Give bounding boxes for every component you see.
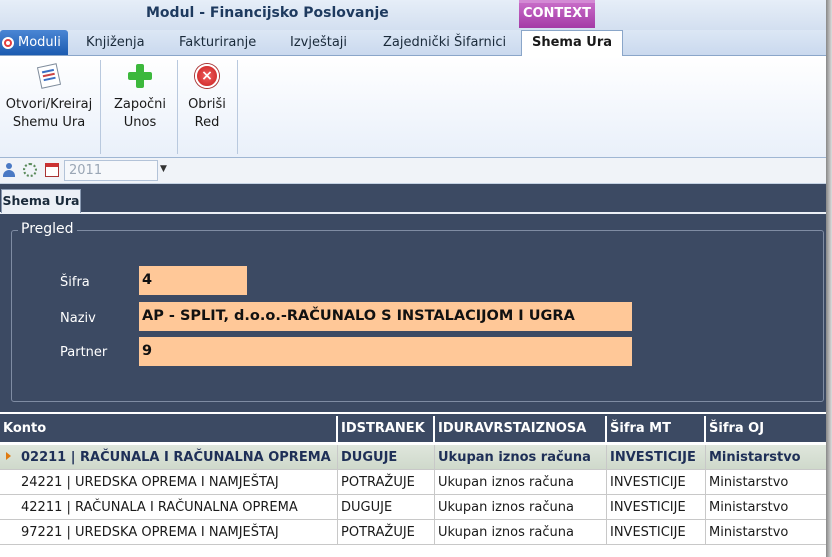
document-tab-shema-ura[interactable]: Shema Ura (1, 189, 81, 213)
network-icon[interactable] (23, 163, 37, 177)
cell-konto[interactable]: 97221 | UREDSKA OPREMA I NAMJEŠTAJ (18, 520, 338, 545)
table-row[interactable]: 24221 | UREDSKA OPREMA I NAMJEŠTAJ POTRA… (0, 470, 826, 495)
cell-iduravrstaiznosa[interactable]: Ukupan iznos računa (435, 445, 607, 470)
context-label: CONTEXT (522, 6, 592, 21)
ribbon-panel: Otvori/Kreiraj Shemu Ura Započni Unos × … (0, 56, 832, 158)
document-edit-icon (35, 62, 63, 90)
open-create-schema-button[interactable]: Otvori/Kreiraj Shemu Ura (4, 56, 94, 156)
cell-idstranek[interactable]: DUGUJE (338, 495, 435, 520)
cell-sifra-oj[interactable]: Ministarstvo (706, 520, 826, 545)
delete-row-label-line1: Obriši (188, 97, 226, 112)
tab-shema-ura[interactable]: Shema Ura (521, 30, 623, 57)
current-row-indicator-icon (6, 452, 11, 460)
moduli-button[interactable]: Moduli (0, 30, 68, 55)
document-panel: Shema Ura Pregled Šifra 4 Naziv AP - SPL… (0, 184, 826, 412)
context-tab-header: CONTEXT (519, 0, 595, 28)
user-icon[interactable] (2, 163, 16, 177)
ribbon-separator (177, 60, 178, 154)
column-header-konto[interactable]: Konto (0, 416, 338, 442)
naziv-label: Naziv (60, 311, 96, 326)
cell-sifra-oj[interactable]: Ministarstvo (706, 445, 826, 470)
cell-iduravrstaiznosa[interactable]: Ukupan iznos računa (435, 520, 607, 545)
start-entry-button[interactable]: Započni Unos (108, 56, 172, 156)
tab-knjizenja[interactable]: Knjiženja (86, 35, 145, 50)
start-entry-label-line2: Unos (123, 115, 157, 130)
cell-sifra-oj[interactable]: Ministarstvo (706, 470, 826, 495)
group-title: Pregled (18, 221, 77, 237)
cell-konto[interactable]: 24221 | UREDSKA OPREMA I NAMJEŠTAJ (18, 470, 338, 495)
ribbon-separator (100, 60, 101, 154)
cell-konto[interactable]: 02211 | RAČUNALA I RAČUNALNA OPREMA (18, 445, 338, 470)
cell-konto[interactable]: 42211 | RAČUNALA I RAČUNALNA OPREMA (18, 495, 338, 520)
sifra-field[interactable]: 4 (139, 266, 247, 295)
tab-izvjestaji[interactable]: Izvještaji (290, 35, 347, 50)
cell-sifra-mt[interactable]: INVESTICIJE (607, 470, 706, 495)
moduli-label: Moduli (18, 35, 61, 50)
ribbon-tab-row: Moduli Knjiženja Fakturiranje Izvještaji… (0, 30, 832, 57)
cell-idstranek[interactable]: DUGUJE (338, 445, 435, 470)
cell-sifra-mt[interactable]: INVESTICIJE (607, 495, 706, 520)
partner-field[interactable]: 9 (139, 337, 632, 366)
quick-toolbar: ▼ (0, 158, 832, 184)
cell-sifra-mt[interactable]: INVESTICIJE (607, 445, 706, 470)
table-row[interactable]: 42211 | RAČUNALA I RAČUNALNA OPREMA DUGU… (0, 495, 826, 520)
table-row[interactable]: 02211 | RAČUNALA I RAČUNALNA OPREMA DUGU… (0, 445, 826, 470)
schema-grid: Konto IDSTRANEK IDURAVRSTAIZNOSA Šifra M… (0, 412, 826, 557)
title-bar: Modul - Financijsko Poslovanje CONTEXT (0, 0, 832, 30)
grid-header: Konto IDSTRANEK IDURAVRSTAIZNOSA Šifra M… (0, 414, 826, 442)
delete-row-label-line2: Red (194, 115, 220, 130)
table-row[interactable]: 97221 | UREDSKA OPREMA I NAMJEŠTAJ POTRA… (0, 520, 826, 545)
tab-underline (0, 212, 826, 214)
chevron-down-icon[interactable]: ▼ (160, 164, 167, 174)
column-header-iduravrstaiznosa[interactable]: IDURAVRSTAIZNOSA (435, 416, 607, 442)
cell-sifra-mt[interactable]: INVESTICIJE (607, 520, 706, 545)
open-create-label-line1: Otvori/Kreiraj (5, 97, 93, 112)
delete-row-button[interactable]: × Obriši Red (180, 56, 234, 156)
start-entry-label-line1: Započni (113, 97, 167, 112)
partner-label: Partner (60, 345, 108, 360)
tab-fakturiranje[interactable]: Fakturiranje (179, 35, 256, 50)
cell-iduravrstaiznosa[interactable]: Ukupan iznos računa (435, 495, 607, 520)
cell-idstranek[interactable]: POTRAŽUJE (338, 520, 435, 545)
app-logo-icon (2, 36, 14, 49)
cell-iduravrstaiznosa[interactable]: Ukupan iznos računa (435, 470, 607, 495)
calendar-icon[interactable] (45, 163, 59, 177)
open-create-label-line2: Shemu Ura (12, 115, 86, 130)
cell-idstranek[interactable]: POTRAŽUJE (338, 470, 435, 495)
delete-x-icon: × (193, 62, 221, 90)
tab-zajednicki-sifarnici[interactable]: Zajednički Šifarnici (383, 35, 506, 50)
column-header-idstranek[interactable]: IDSTRANEK (338, 416, 435, 442)
naziv-field[interactable]: AP - SPLIT, d.o.o.-RAČUNALO S INSTALACIJ… (139, 302, 632, 331)
ribbon-separator (237, 60, 238, 154)
column-header-sifra-oj[interactable]: Šifra OJ (706, 416, 826, 442)
add-plus-icon (126, 62, 154, 90)
cell-sifra-oj[interactable]: Ministarstvo (706, 495, 826, 520)
column-header-sifra-mt[interactable]: Šifra MT (607, 416, 706, 442)
window-edge-shadow (826, 0, 832, 557)
year-input[interactable] (64, 160, 158, 181)
window-title: Modul - Financijsko Poslovanje (146, 5, 389, 21)
sifra-label: Šifra (60, 275, 90, 290)
